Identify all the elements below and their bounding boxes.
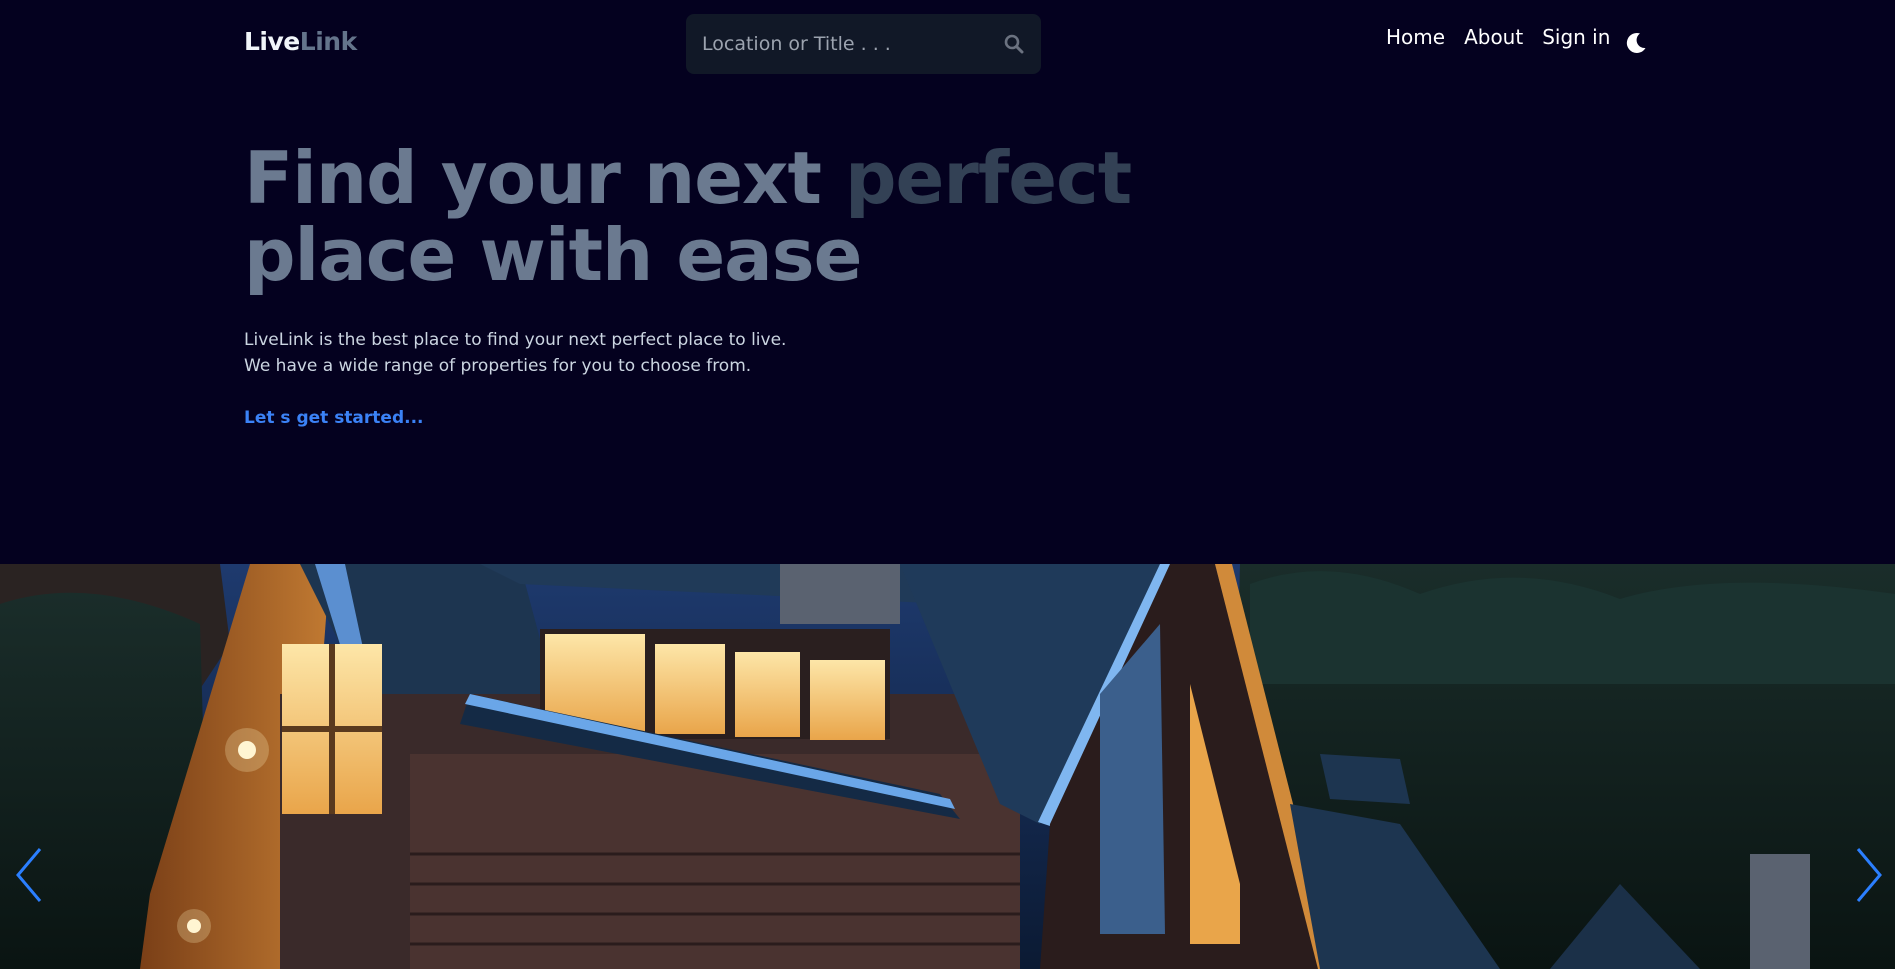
get-started-link[interactable]: Let s get started... [244, 408, 424, 428]
hero-description: LiveLink is the best place to find your … [244, 327, 1144, 379]
nav-sign-in[interactable]: Sign in [1542, 27, 1610, 47]
main-nav: Home About Sign in [1386, 27, 1610, 47]
site-header: LiveLink Home About Sign in [0, 0, 1895, 90]
hero-description-line1: LiveLink is the best place to find your … [244, 330, 787, 350]
hero-section: Find your next perfect place with ease L… [244, 140, 1144, 429]
logo-part-link: Link [299, 27, 357, 56]
search-input[interactable] [702, 33, 1003, 55]
hero-description-line2: We have a wide range of properties for y… [244, 356, 752, 376]
hero-title-part1: Find your next [244, 136, 845, 220]
search-icon[interactable] [1003, 33, 1025, 55]
image-slider [0, 564, 1895, 969]
chevron-left-icon[interactable] [12, 845, 46, 905]
hero-title-line2: place with ease [244, 213, 862, 297]
search-bar [686, 14, 1041, 74]
chevron-right-icon[interactable] [1852, 845, 1886, 905]
hero-title: Find your next perfect place with ease [244, 140, 1144, 294]
logo-part-live: Live [244, 27, 300, 56]
logo[interactable]: LiveLink [244, 29, 357, 54]
hero-title-highlight: perfect [844, 136, 1132, 220]
nav-about[interactable]: About [1464, 27, 1523, 47]
moon-icon[interactable] [1624, 31, 1648, 55]
nav-home[interactable]: Home [1386, 27, 1445, 47]
house-image [0, 564, 1895, 969]
